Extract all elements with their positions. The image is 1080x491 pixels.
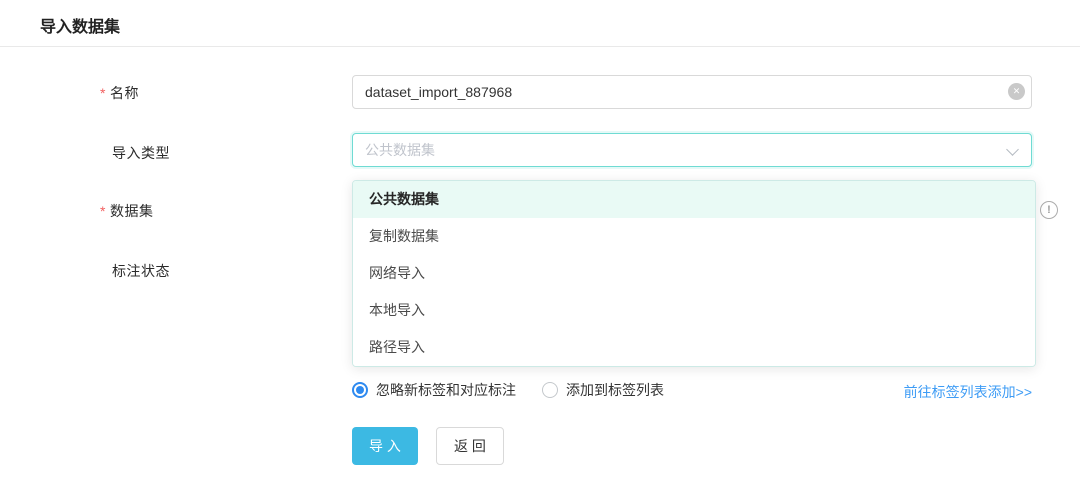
back-button[interactable]: 返 回: [436, 427, 504, 465]
radio-add-label: 添加到标签列表: [566, 380, 664, 400]
import-type-field-label: 导入类型: [100, 144, 170, 162]
name-label-text: 名称: [110, 83, 139, 103]
info-circle-icon: !: [1040, 201, 1058, 219]
annotation-status-field-label: 标注状态: [100, 262, 170, 280]
radio-unchecked-icon: [542, 382, 558, 398]
clear-input-icon[interactable]: ✕: [1008, 83, 1025, 100]
import-type-selected-value: 公共数据集: [365, 140, 435, 160]
name-field-label: * 名称: [100, 84, 139, 102]
annotation-status-label-text: 标注状态: [112, 261, 170, 281]
required-asterisk: *: [100, 85, 106, 101]
import-type-select[interactable]: 公共数据集: [352, 133, 1032, 167]
import-dataset-page: 导入数据集 * 名称 ✕ 导入类型 公共数据集 * 数据集 ! 标注状态 公共数…: [0, 0, 1080, 491]
dropdown-option-path-import[interactable]: 路径导入: [353, 329, 1035, 366]
dropdown-option-public-dataset[interactable]: 公共数据集: [353, 181, 1035, 218]
label-conflict-radio-group: 忽略新标签和对应标注 添加到标签列表: [352, 380, 664, 400]
radio-add-to-label-list[interactable]: 添加到标签列表: [542, 380, 664, 400]
page-title: 导入数据集: [40, 13, 120, 37]
radio-ignore-label: 忽略新标签和对应标注: [376, 380, 516, 400]
required-asterisk: *: [100, 203, 106, 219]
radio-checked-icon: [352, 382, 368, 398]
radio-ignore-new-labels[interactable]: 忽略新标签和对应标注: [352, 380, 516, 400]
import-type-dropdown: 公共数据集 复制数据集 网络导入 本地导入 路径导入: [352, 180, 1036, 367]
header-divider: [0, 46, 1080, 47]
name-input[interactable]: [352, 75, 1032, 109]
import-button[interactable]: 导 入: [352, 427, 418, 465]
dataset-label-text: 数据集: [110, 201, 154, 221]
dropdown-option-network-import[interactable]: 网络导入: [353, 255, 1035, 292]
chevron-down-icon: [1006, 143, 1019, 156]
import-type-label-text: 导入类型: [112, 143, 170, 163]
dataset-field-label: * 数据集: [100, 202, 153, 220]
dropdown-option-local-import[interactable]: 本地导入: [353, 292, 1035, 329]
goto-label-list-link[interactable]: 前往标签列表添加>>: [904, 382, 1032, 402]
dropdown-option-copy-dataset[interactable]: 复制数据集: [353, 218, 1035, 255]
